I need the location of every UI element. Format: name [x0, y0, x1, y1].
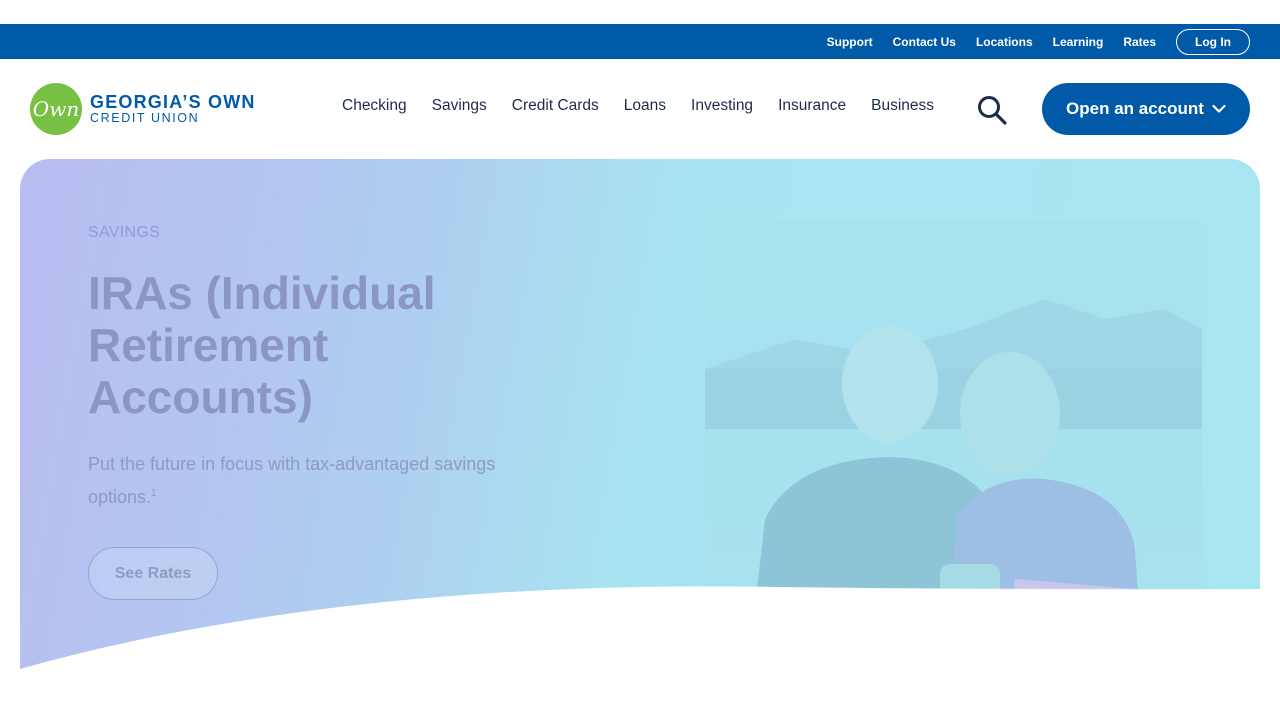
logo-wordmark: GEORGIA’S OWN CREDIT UNION [90, 93, 256, 125]
nav-item-loans[interactable]: Loans [624, 97, 666, 115]
logo-line-2: CREDIT UNION [90, 111, 200, 125]
nav-item-business[interactable]: Business [871, 97, 934, 115]
nav-item-credit-cards[interactable]: Credit Cards [512, 97, 599, 115]
hero-eyebrow: SAVINGS [88, 224, 161, 241]
hero-subtitle: Put the future in focus with tax-advanta… [88, 449, 568, 512]
utility-bar: Support Contact Us Locations Learning Ra… [0, 24, 1280, 59]
utility-link-support[interactable]: Support [827, 35, 873, 49]
search-icon[interactable] [977, 95, 1007, 125]
logo-mark: Own [30, 83, 82, 135]
nav-item-checking[interactable]: Checking [342, 97, 407, 115]
hero-section: SAVINGS IRAs (Individual Retirement Acco… [20, 159, 1260, 720]
utility-link-locations[interactable]: Locations [976, 35, 1033, 49]
main-header: Own GEORGIA’S OWN CREDIT UNION Checking … [0, 59, 1280, 159]
nav-item-insurance[interactable]: Insurance [778, 97, 846, 115]
utility-link-contact-us[interactable]: Contact Us [893, 35, 956, 49]
login-button[interactable]: Log In [1176, 28, 1250, 55]
open-account-button[interactable]: Open an account [1042, 83, 1250, 135]
utility-link-rates[interactable]: Rates [1123, 35, 1156, 49]
open-account-label: Open an account [1066, 99, 1204, 118]
main-nav: Checking Savings Credit Cards Loans Inve… [342, 97, 934, 115]
hero-subtitle-text: Put the future in focus with tax-advanta… [88, 454, 496, 507]
nav-item-savings[interactable]: Savings [432, 97, 487, 115]
logo-line-1: GEORGIA’S OWN [90, 92, 256, 112]
see-rates-button[interactable]: See Rates [88, 547, 218, 600]
nav-item-investing[interactable]: Investing [691, 97, 753, 115]
utility-link-learning[interactable]: Learning [1053, 35, 1104, 49]
hero-wave [20, 586, 1260, 720]
chevron-down-icon [1212, 104, 1226, 113]
footnote-marker[interactable]: 1 [151, 488, 157, 499]
logo[interactable]: Own GEORGIA’S OWN CREDIT UNION [30, 83, 256, 135]
hero-title: IRAs (Individual Retirement Accounts) [88, 267, 436, 423]
